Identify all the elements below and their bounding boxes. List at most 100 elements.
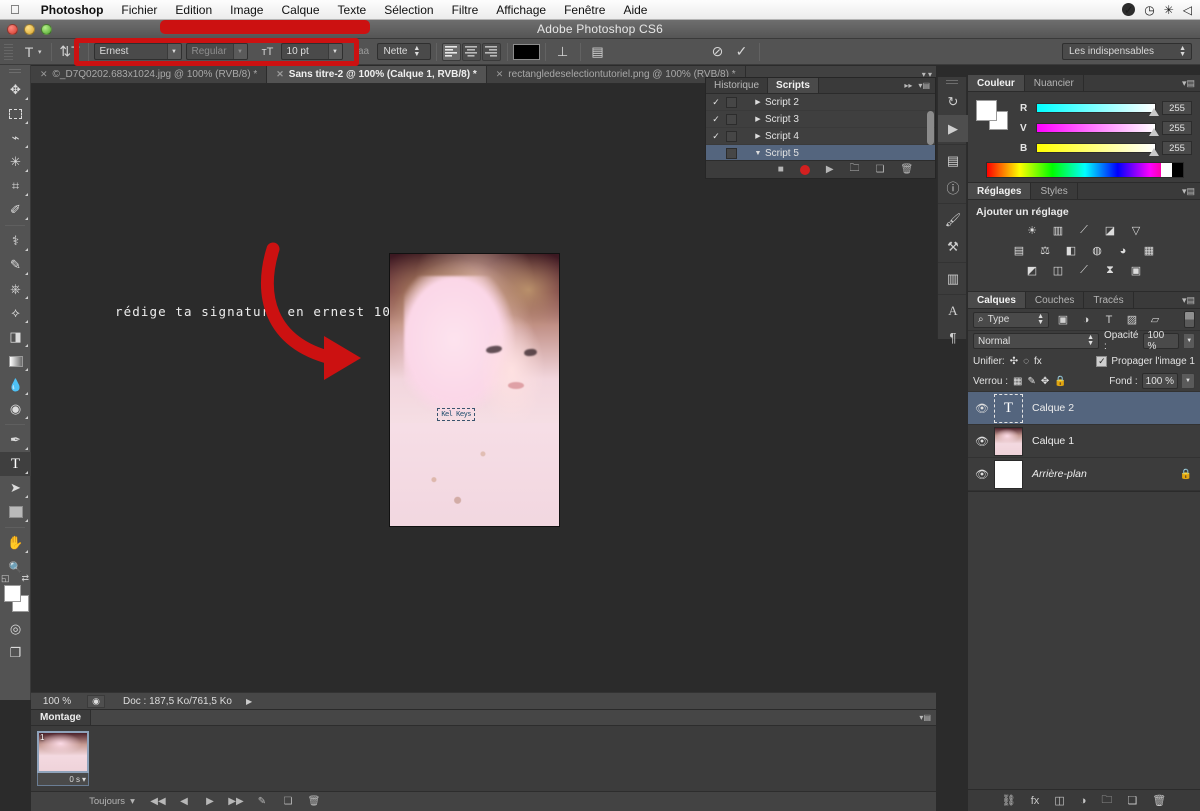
healing-brush-tool[interactable]: ⚕ [0,229,31,253]
font-style-select[interactable]: Regular ▼ [185,43,248,60]
black-white-icon[interactable]: ◧ [1063,243,1080,258]
stepper-arrows-icon[interactable]: ▲ ▼ [1037,313,1044,326]
document-image[interactable]: Kel Keys [389,253,560,527]
menu-item-edition[interactable]: Edition [166,3,221,17]
text-color-swatch[interactable] [512,43,540,60]
menu-item-image[interactable]: Image [221,3,272,17]
chevron-down-icon[interactable]: ▼ [327,44,342,59]
tab-calques[interactable]: Calques [968,292,1026,308]
toolbox-grip[interactable] [9,69,21,75]
brightness-contrast-icon[interactable]: ☀ [1024,223,1041,238]
previous-frame-button[interactable]: ◀ [171,793,197,811]
tab-montage[interactable]: Montage [31,710,92,725]
tab-scripts[interactable]: Scripts [768,78,819,93]
chevron-down-icon[interactable]: ▾ [82,775,86,784]
action-row[interactable]: ✓ ▶ Script 3 [706,111,935,128]
brush-presets-button[interactable]: 🖌 [938,206,968,233]
panel-menu-icon[interactable]: ▾▤ [1182,75,1200,91]
mini-bridge-button[interactable]: ▤ [938,147,968,174]
tween-button[interactable]: ✎ [249,793,275,811]
blur-tool[interactable]: 💧 [0,373,31,397]
styles-panel-button[interactable]: ▥ [938,265,968,292]
link-layers-button[interactable]: ⛓ [1002,794,1016,807]
foreground-color-swatch[interactable] [976,100,997,121]
menu-item-photoshop[interactable]: Photoshop [32,3,113,17]
color-spectrum-ramp[interactable] [986,162,1184,178]
delete-frame-button[interactable]: 🗑 [301,793,327,811]
panel-menu-icon[interactable]: ▾▤ [1182,292,1200,308]
lock-transparency-icon[interactable]: ▦ [1013,376,1022,387]
blend-mode-select[interactable]: Normal ▲ ▼ [973,333,1099,349]
menu-item-filtre[interactable]: Filtre [443,3,488,17]
layer-visibility-icon[interactable]: 👁 [970,468,994,481]
chevron-down-icon[interactable]: ▾ [130,796,135,807]
close-icon[interactable]: ✕ [276,69,284,80]
layer-thumbnail-background[interactable] [994,459,1023,489]
channel-value-b[interactable]: 255 [1162,141,1192,155]
stepper-arrows-icon[interactable]: ▲ ▼ [413,45,420,58]
slider-knob[interactable] [1149,108,1159,116]
layer-thumbnail-image[interactable] [994,426,1023,456]
chevron-right-icon[interactable]: ▶ [751,132,765,140]
menu-item-texte[interactable]: Texte [329,3,376,17]
menu-item-affichage[interactable]: Affichage [487,3,555,17]
chevron-down-icon[interactable]: ▼ [1184,333,1195,349]
eyedropper-tool[interactable]: ✐ [0,198,31,222]
character-panel-button[interactable]: A [938,297,968,324]
menu-item-selection[interactable]: Sélection [375,3,442,17]
delete-layer-button[interactable]: 🗑 [1152,794,1166,807]
dodge-tool[interactable]: ◉ [0,397,31,421]
layer-thumbnail-type[interactable]: T [994,393,1023,423]
menu-item-calque[interactable]: Calque [272,3,328,17]
font-family-select[interactable]: Ernest ▼ [93,43,182,60]
signature-text-layer[interactable]: Kel Keys [437,407,476,421]
layer-row-calque-2[interactable]: 👁 T Calque 2 [968,392,1200,425]
font-size-select[interactable]: 10 pt ▼ [280,43,343,60]
color-balance-icon[interactable]: ⚖ [1037,243,1054,258]
exposure-icon[interactable]: ◪ [1102,223,1119,238]
preview-proxy-icon[interactable]: ◉ [87,694,105,708]
gradient-tool[interactable] [0,349,31,373]
action-row[interactable]: ✓ ▶ Script 2 [706,94,935,111]
lock-image-icon[interactable]: ✎ [1027,376,1035,387]
spotlight-icon[interactable]: ◁ [1183,3,1192,17]
stepper-arrows-icon[interactable]: ▲ ▼ [1179,45,1186,58]
tab-styles[interactable]: Styles [1031,183,1078,199]
play-button[interactable]: ▶ [197,793,223,811]
new-set-button[interactable]: 🗀 [850,161,860,178]
align-center-button[interactable] [461,42,481,61]
paragraph-panel-button[interactable]: ¶ [938,324,968,351]
document-tab-1[interactable]: ✕ ©_D7Q0202.683x1024.jpg @ 100% (RVB/8) … [31,66,268,83]
status-menu-arrow-icon[interactable]: ▶ [246,697,252,706]
layer-style-button[interactable]: fx [1031,795,1040,807]
warp-text-icon[interactable]: ⊥ [551,42,575,62]
first-frame-button[interactable]: ◀◀ [145,793,171,811]
channel-value-v[interactable]: 255 [1162,121,1192,135]
menu-item-fenetre[interactable]: Fenêtre [555,3,614,17]
align-right-button[interactable] [481,42,501,61]
text-orientation-icon[interactable]: ⇅T [57,42,83,62]
layer-row-arriere-plan[interactable]: 👁 Arrière-plan 🔒 [968,458,1200,491]
chevron-down-icon[interactable]: ▼ [232,44,247,59]
invert-icon[interactable]: ◩ [1024,263,1041,278]
toggle-panels-icon[interactable]: ▤ [586,42,610,62]
magic-wand-tool[interactable]: ✳ [0,150,31,174]
action-row[interactable]: ✓ ▶ Script 4 [706,128,935,145]
adjustment-filter-icon[interactable]: ◑ [1077,312,1095,328]
hand-tool[interactable]: ✋ [0,531,31,555]
move-tool[interactable]: ✥ [0,78,31,102]
levels-icon[interactable]: ▥ [1050,223,1067,238]
panel-menu-icon[interactable]: ▾▤ [1182,183,1200,199]
photo-filter-icon[interactable]: ◍ [1089,243,1106,258]
layer-visibility-icon[interactable]: 👁 [970,402,994,415]
options-bar-grip[interactable] [4,43,13,60]
type-tool[interactable]: T [0,452,31,476]
tool-presets-button[interactable]: ⚒ [938,233,968,260]
channel-slider-b[interactable] [1036,143,1159,156]
shape-tool[interactable] [0,500,31,524]
next-frame-button[interactable]: ▶▶ [223,793,249,811]
chevron-down-icon[interactable]: ▼ [751,150,765,157]
history-brush-tool[interactable]: ⟡ [0,301,31,325]
menu-item-fichier[interactable]: Fichier [112,3,166,17]
crop-tool[interactable]: ⌗ [0,174,31,198]
